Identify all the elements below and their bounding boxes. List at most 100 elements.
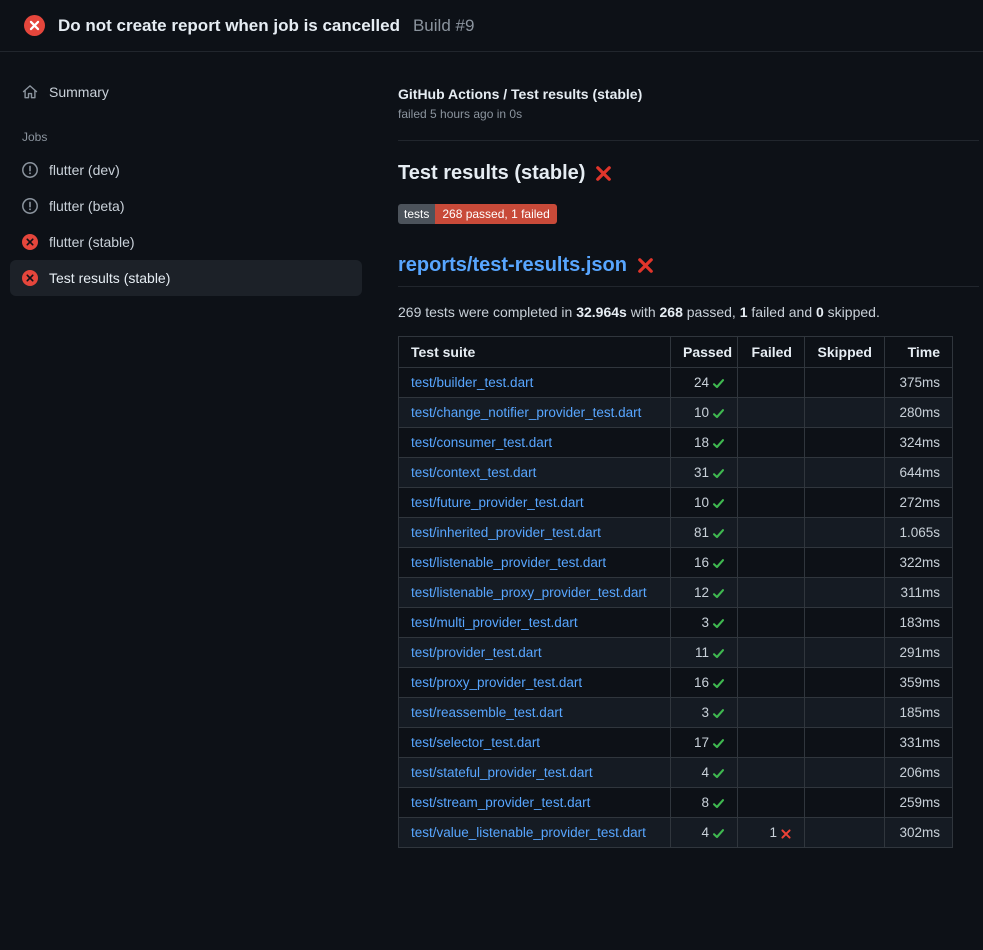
- check-icon: [712, 767, 725, 780]
- check-icon: [712, 707, 725, 720]
- skipped-cell: [805, 818, 885, 848]
- table-header-row: Test suite Passed Failed Skipped Time: [399, 337, 953, 368]
- passed-cell: 10: [671, 488, 738, 518]
- suite-link[interactable]: test/stream_provider_test.dart: [411, 795, 590, 810]
- suite-link[interactable]: test/consumer_test.dart: [411, 435, 552, 450]
- time-cell: 359ms: [885, 668, 953, 698]
- failed-cell: [738, 518, 805, 548]
- passed-cell: 17: [671, 728, 738, 758]
- main-content: GitHub Actions / Test results (stable) f…: [372, 52, 983, 868]
- sidebar-item-flutter-beta[interactable]: flutter (beta): [10, 188, 362, 224]
- check-icon: [712, 647, 725, 660]
- time-cell: 206ms: [885, 758, 953, 788]
- table-row: test/consumer_test.dart18324ms: [399, 428, 953, 458]
- x-circle-icon: [22, 234, 38, 250]
- sidebar-item-test-results-stable[interactable]: Test results (stable): [10, 260, 362, 296]
- skipped-cell: [805, 428, 885, 458]
- check-icon: [712, 497, 725, 510]
- check-icon: [712, 677, 725, 690]
- suite-link[interactable]: test/selector_test.dart: [411, 735, 540, 750]
- passed-cell: 3: [671, 698, 738, 728]
- suite-link[interactable]: test/future_provider_test.dart: [411, 495, 584, 510]
- skipped-cell: [805, 668, 885, 698]
- check-icon: [712, 467, 725, 480]
- column-header-passed: Passed: [671, 337, 738, 368]
- report-title: reports/test-results.json: [398, 254, 979, 287]
- table-row: test/context_test.dart 31 644ms: [399, 458, 953, 488]
- suite-link[interactable]: test/stateful_provider_test.dart: [411, 765, 593, 780]
- stop-circle-icon: [22, 198, 38, 214]
- suite-cell: test/future_provider_test.dart: [399, 488, 671, 518]
- suite-link[interactable]: test/multi_provider_test.dart: [411, 615, 578, 630]
- build-number: Build #9: [413, 16, 474, 36]
- passed-cell: 16: [671, 668, 738, 698]
- suite-cell: test/selector_test.dart: [399, 728, 671, 758]
- badge-label: tests: [398, 204, 435, 224]
- suite-link[interactable]: test/reassemble_test.dart: [411, 705, 563, 720]
- suite-link[interactable]: test/listenable_provider_test.dart: [411, 555, 606, 570]
- column-header-time: Time: [885, 337, 953, 368]
- skipped-cell: [805, 518, 885, 548]
- time-cell: 644ms: [885, 458, 953, 488]
- suite-link[interactable]: test/provider_test.dart: [411, 645, 542, 660]
- sidebar-item-flutter-stable[interactable]: flutter (stable): [10, 224, 362, 260]
- suite-link[interactable]: test/change_notifier_provider_test.dart: [411, 405, 641, 420]
- passed-cell: 11: [671, 638, 738, 668]
- sidebar-item-label: flutter (beta): [49, 198, 124, 214]
- sidebar-item-flutter-dev[interactable]: flutter (dev): [10, 152, 362, 188]
- table-row: test/stream_provider_test.dart8259ms: [399, 788, 953, 818]
- passed-cell: 8: [671, 788, 738, 818]
- failed-cell: [738, 698, 805, 728]
- table-row: test/listenable_proxy_provider_test.dart…: [399, 578, 953, 608]
- fail-x-icon: [595, 165, 612, 182]
- home-icon: [22, 84, 38, 100]
- failed-cell: [738, 458, 805, 488]
- time-cell: 280ms: [885, 398, 953, 428]
- skipped-cell: [805, 398, 885, 428]
- skipped-cell: [805, 368, 885, 398]
- skipped-cell: [805, 788, 885, 818]
- check-icon: [712, 527, 725, 540]
- check-icon: [712, 797, 725, 810]
- results-table: Test suite Passed Failed Skipped Time te…: [398, 336, 953, 848]
- table-row: test/builder_test.dart 24 375ms: [399, 368, 953, 398]
- suite-cell: test/proxy_provider_test.dart: [399, 668, 671, 698]
- suite-link[interactable]: test/context_test.dart: [411, 465, 536, 480]
- jobs-section-heading: Jobs: [0, 110, 372, 152]
- suite-link[interactable]: test/proxy_provider_test.dart: [411, 675, 582, 690]
- results-table-body: test/builder_test.dart 24 375ms test/change…: [399, 368, 953, 848]
- suite-link[interactable]: test/value_listenable_provider_test.dart: [411, 825, 646, 840]
- sidebar-item-summary[interactable]: Summary: [10, 74, 362, 110]
- table-row: test/inherited_provider_test.dart811.065…: [399, 518, 953, 548]
- failed-cell: [738, 608, 805, 638]
- fail-x-icon: [637, 257, 654, 274]
- suite-cell: test/value_listenable_provider_test.dart: [399, 818, 671, 848]
- skipped-cell: [805, 698, 885, 728]
- passed-cell: 4: [671, 818, 738, 848]
- table-row: test/multi_provider_test.dart3183ms: [399, 608, 953, 638]
- time-cell: 324ms: [885, 428, 953, 458]
- suite-cell: test/consumer_test.dart: [399, 428, 671, 458]
- suite-link[interactable]: test/listenable_proxy_provider_test.dart: [411, 585, 647, 600]
- failed-cell: [738, 488, 805, 518]
- suite-link[interactable]: test/builder_test.dart: [411, 375, 533, 390]
- sidebar-item-label: Summary: [49, 84, 109, 100]
- time-cell: 322ms: [885, 548, 953, 578]
- stop-circle-icon: [22, 162, 38, 178]
- passed-cell: 24: [671, 368, 738, 398]
- passed-cell: 31: [671, 458, 738, 488]
- sidebar-item-label: flutter (stable): [49, 234, 135, 250]
- passed-cell: 12: [671, 578, 738, 608]
- suite-cell: test/provider_test.dart: [399, 638, 671, 668]
- time-cell: 375ms: [885, 368, 953, 398]
- table-row: test/reassemble_test.dart3185ms: [399, 698, 953, 728]
- page-title: Do not create report when job is cancell…: [58, 16, 400, 36]
- time-cell: 311ms: [885, 578, 953, 608]
- failed-cell: [738, 668, 805, 698]
- failed-cell: [738, 788, 805, 818]
- failed-cell: [738, 758, 805, 788]
- run-status-line: failed 5 hours ago in 0s: [398, 107, 979, 121]
- suite-link[interactable]: test/inherited_provider_test.dart: [411, 525, 601, 540]
- check-icon: [712, 827, 725, 840]
- report-link[interactable]: reports/test-results.json: [398, 254, 627, 277]
